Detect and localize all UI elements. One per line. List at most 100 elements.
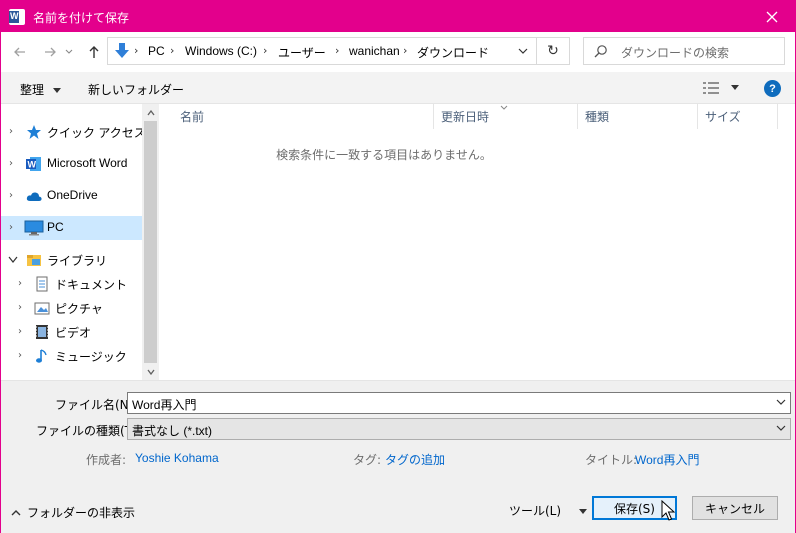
tools-menu[interactable]: ツール(L) <box>509 502 587 519</box>
nav-item-pictures[interactable]: › ピクチャ <box>1 296 142 320</box>
title-label: タイトル: <box>585 453 638 467</box>
address-bar[interactable]: › PC › Windows (C:) › ユーザー › wanichan › … <box>107 37 537 65</box>
navigation-row: › PC › Windows (C:) › ユーザー › wanichan › … <box>1 32 795 72</box>
scroll-down-button[interactable] <box>142 363 159 380</box>
close-icon <box>766 11 778 22</box>
nav-item-pc[interactable]: › PC <box>1 216 142 240</box>
tags-label: タグ: <box>353 453 382 467</box>
up-button[interactable] <box>83 41 105 63</box>
empty-message: 検索条件に一致する項目はありません。 <box>276 148 492 162</box>
crumb-windows-c[interactable]: Windows (C:) <box>185 44 257 58</box>
download-icon <box>115 43 129 58</box>
word-icon: W <box>26 157 41 171</box>
column-header-size[interactable]: サイズ <box>698 104 778 129</box>
chevron-down-icon[interactable] <box>8 256 18 264</box>
nav-item-videos[interactable]: › ビデオ <box>1 320 142 344</box>
crumb-pc[interactable]: PC <box>148 44 165 58</box>
nav-item-onedrive[interactable]: › OneDrive <box>1 184 142 208</box>
forward-button[interactable] <box>39 41 61 63</box>
chevron-down-icon[interactable] <box>518 44 528 58</box>
refresh-button[interactable]: ↻ <box>537 37 570 65</box>
file-list[interactable]: 名前 更新日時 種類 サイズ 検索条件に一致する項目はありません。 <box>159 104 795 380</box>
chevron-right-icon[interactable]: › <box>18 326 26 338</box>
search-icon <box>594 45 607 58</box>
organize-menu[interactable]: 整理 <box>20 81 61 98</box>
nav-item-microsoft-word[interactable]: › W Microsoft Word <box>1 152 142 176</box>
hide-folders-button[interactable]: フォルダーの非表示 <box>11 504 135 521</box>
svg-text:W: W <box>28 160 37 170</box>
chevron-down-icon[interactable] <box>776 397 786 407</box>
crumb-wanichan[interactable]: wanichan <box>349 44 400 58</box>
nav-scrollbar[interactable] <box>142 104 159 380</box>
chevron-down-icon <box>146 369 155 375</box>
nav-item-documents[interactable]: › ドキュメント <box>1 272 142 296</box>
nav-item-quick-access[interactable]: › クイック アクセス <box>1 120 146 144</box>
caret-down-icon <box>730 85 739 90</box>
nav-label: Microsoft Word <box>47 156 128 170</box>
nav-label: ドキュメント <box>55 278 128 292</box>
arrow-left-icon <box>14 47 25 57</box>
video-icon <box>36 325 48 339</box>
nav-label: OneDrive <box>47 188 98 202</box>
sort-indicator-icon <box>500 105 508 110</box>
title-value[interactable]: Word再入門 <box>635 451 699 468</box>
star-icon <box>27 125 41 139</box>
crumb-downloads[interactable]: ダウンロード <box>417 44 489 61</box>
nav-label: ライブラリ <box>47 254 108 268</box>
recent-locations-button[interactable] <box>63 41 75 63</box>
tools-label: ツール(L) <box>509 504 562 518</box>
nav-item-music[interactable]: › ミュージック <box>1 344 142 368</box>
cancel-button[interactable]: キャンセル <box>692 496 778 520</box>
chevron-up-icon <box>146 109 155 115</box>
filetype-value: 書式なし (*.txt) <box>132 424 212 438</box>
scroll-up-button[interactable] <box>142 104 159 121</box>
help-button[interactable]: ? <box>764 80 781 97</box>
window-title: 名前を付けて保存 <box>33 11 130 25</box>
command-toolbar: 整理 新しいフォルダー ? <box>1 72 795 104</box>
author-value[interactable]: Yoshie Kohama <box>135 451 219 465</box>
close-button[interactable] <box>749 1 795 32</box>
filetype-select[interactable]: 書式なし (*.txt) <box>127 418 791 440</box>
new-folder-button[interactable]: 新しいフォルダー <box>88 81 184 98</box>
chevron-right-icon[interactable]: › <box>18 302 26 314</box>
crumb-users[interactable]: ユーザー <box>278 44 326 61</box>
view-options-button[interactable] <box>703 82 739 97</box>
arrow-up-icon <box>89 46 99 58</box>
navigation-pane: › クイック アクセス › W Microsoft Word › OneDriv… <box>1 104 159 380</box>
picture-icon <box>34 302 50 315</box>
chevron-right-icon[interactable]: › <box>9 158 17 170</box>
filename-field[interactable]: Word再入門 <box>127 392 791 414</box>
chevron-right-icon[interactable]: › <box>18 350 26 362</box>
scroll-thumb[interactable] <box>144 121 157 363</box>
tags-value[interactable]: タグの追加 <box>385 451 445 468</box>
chevron-right-icon[interactable]: › <box>9 222 17 234</box>
save-form: ファイル名(N): Word再入門 ファイルの種類(T): 書式なし (*.tx… <box>1 380 795 533</box>
save-as-dialog: W 名前を付けて保存 › PC › Windows (C:) › ユーザー › <box>0 0 796 533</box>
library-icon <box>27 255 41 266</box>
filename-label: ファイル名(N): <box>55 398 138 412</box>
nav-item-library[interactable]: ライブラリ <box>1 248 142 272</box>
nav-label: ピクチャ <box>55 302 103 316</box>
filetype-label: ファイルの種類(T): <box>36 424 141 438</box>
refresh-icon: ↻ <box>547 43 559 59</box>
chevron-right-icon[interactable]: › <box>9 126 17 138</box>
back-button[interactable] <box>9 41 31 63</box>
mouse-cursor-icon <box>661 500 675 521</box>
list-view-icon <box>703 82 719 94</box>
search-box[interactable]: ダウンロードの検索 <box>583 37 785 65</box>
word-app-icon: W <box>9 9 25 25</box>
hide-folders-label: フォルダーの非表示 <box>27 506 136 520</box>
caret-down-icon <box>52 88 61 93</box>
organize-label: 整理 <box>20 83 45 97</box>
nav-label: クイック アクセス <box>47 126 146 140</box>
pc-icon <box>24 220 44 236</box>
nav-label: ミュージック <box>55 350 127 364</box>
chevron-right-icon[interactable]: › <box>18 278 26 290</box>
chevron-up-icon <box>11 509 21 515</box>
column-header-name[interactable]: 名前 <box>173 104 434 129</box>
chevron-right-icon[interactable]: › <box>9 190 17 202</box>
filename-value: Word再入門 <box>132 398 197 412</box>
chevron-down-icon <box>776 425 786 431</box>
column-header-type[interactable]: 種類 <box>578 104 698 129</box>
column-label: 更新日時 <box>441 110 490 124</box>
